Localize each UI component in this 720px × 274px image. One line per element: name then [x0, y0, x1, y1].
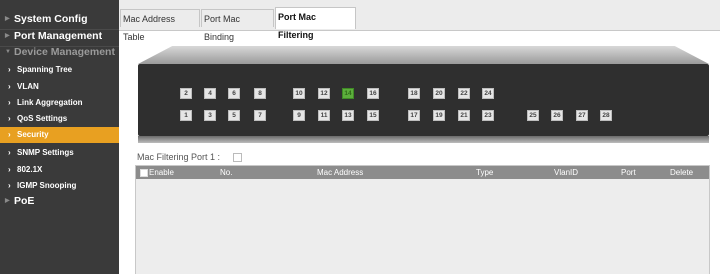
mac-filter-table: Enable No. Mac Address Type VlanID Port …: [135, 165, 710, 274]
chevron-right-icon: ›: [8, 165, 11, 174]
tab-bar: Mac Address Table Port Mac Binding Port …: [119, 0, 720, 42]
nav-label: Device Management: [14, 46, 115, 58]
port-5[interactable]: 5: [228, 110, 240, 121]
port-19[interactable]: 19: [433, 110, 445, 121]
nav-label: Security: [17, 130, 49, 139]
nav-label: System Config: [14, 13, 88, 25]
col-delete: Delete: [670, 168, 694, 177]
tab-port-mac-filtering[interactable]: Port Mac Filtering: [275, 7, 356, 40]
nav-label: 802.1X: [17, 165, 43, 174]
port-8[interactable]: 8: [254, 88, 266, 99]
chevron-right-icon: ›: [8, 65, 11, 74]
port-9[interactable]: 9: [293, 110, 305, 121]
nav-label: Link Aggregation: [17, 98, 83, 107]
filter-port-label: Mac Filtering Port 1 :: [137, 152, 221, 162]
port-13[interactable]: 13: [342, 110, 354, 121]
chevron-down-icon: ▼: [5, 49, 11, 55]
port-20[interactable]: 20: [433, 88, 445, 99]
select-all-checkbox[interactable]: [140, 169, 148, 177]
port-25[interactable]: 25: [527, 110, 539, 121]
chevron-right-icon: ›: [8, 114, 11, 123]
nav-security[interactable]: › Security: [0, 127, 119, 143]
col-port: Port: [621, 168, 636, 177]
port-23[interactable]: 23: [482, 110, 494, 121]
chevron-right-icon: ▶: [5, 33, 10, 39]
nav-system-config[interactable]: ▶ System Config: [0, 11, 119, 28]
nav-vlan[interactable]: › VLAN: [0, 79, 119, 95]
tab-label: Mac Address Table: [123, 14, 176, 42]
tab-label: Port Mac Binding: [204, 14, 241, 42]
nav-8021x[interactable]: › 802.1X: [0, 162, 119, 178]
nav-poe[interactable]: ▶ PoE: [0, 193, 119, 210]
switch-panel: 2 4 6 8 10 12 14 16 18 20 22 24 1 3 5 7 9 11 13 15 17 19 21 23 2…: [138, 46, 709, 143]
nav-label: VLAN: [17, 82, 39, 91]
port-6[interactable]: 6: [228, 88, 240, 99]
port-24[interactable]: 24: [482, 88, 494, 99]
switch-bottom-bevel: [138, 136, 709, 143]
tab-port-mac-binding[interactable]: Port Mac Binding: [201, 9, 274, 42]
port-7[interactable]: 7: [254, 110, 266, 121]
port-12[interactable]: 12: [318, 88, 330, 99]
switch-front: [138, 64, 709, 136]
port-16[interactable]: 16: [367, 88, 379, 99]
port-11[interactable]: 11: [318, 110, 330, 121]
port-21[interactable]: 21: [458, 110, 470, 121]
nav-label: IGMP Snooping: [17, 181, 77, 190]
port-17[interactable]: 17: [408, 110, 420, 121]
nav-label: Spanning Tree: [17, 65, 73, 74]
port-10[interactable]: 10: [293, 88, 305, 99]
chevron-right-icon: ›: [8, 181, 11, 190]
col-mac-address: Mac Address: [317, 168, 364, 177]
port-22[interactable]: 22: [458, 88, 470, 99]
table-header: Enable No. Mac Address Type VlanID Port …: [136, 166, 709, 179]
nav-label: PoE: [14, 195, 35, 207]
port-15[interactable]: 15: [367, 110, 379, 121]
col-enable: Enable: [149, 168, 174, 177]
nav-qos-settings[interactable]: › QoS Settings: [0, 111, 119, 127]
nav-label: QoS Settings: [17, 114, 68, 123]
port-14[interactable]: 14: [342, 88, 354, 99]
chevron-right-icon: ›: [8, 130, 11, 139]
switch-top-bevel: [138, 46, 709, 64]
nav-label: Port Management: [14, 30, 103, 42]
port-27[interactable]: 27: [576, 110, 588, 121]
nav-link-aggregation[interactable]: › Link Aggregation: [0, 95, 119, 111]
nav-snmp-settings[interactable]: › SNMP Settings: [0, 145, 119, 161]
col-type: Type: [476, 168, 494, 177]
chevron-right-icon: ›: [8, 82, 11, 91]
tab-label: Port Mac Filtering: [278, 12, 317, 40]
nav-port-management[interactable]: ▶ Port Management: [0, 28, 119, 45]
chevron-right-icon: ›: [8, 148, 11, 157]
col-vlanid: VlanID: [554, 168, 579, 177]
chevron-right-icon: ▶: [5, 16, 10, 22]
chevron-right-icon: ▶: [5, 198, 10, 204]
nav-igmp-snooping[interactable]: › IGMP Snooping: [0, 178, 119, 194]
port-4[interactable]: 4: [204, 88, 216, 99]
chevron-right-icon: ›: [8, 98, 11, 107]
nav-device-management[interactable]: ▼ Device Management: [0, 44, 119, 61]
port-1[interactable]: 1: [180, 110, 192, 121]
filter-checkbox[interactable]: [233, 153, 242, 162]
col-no: No.: [220, 168, 233, 177]
port-26[interactable]: 26: [551, 110, 563, 121]
port-3[interactable]: 3: [204, 110, 216, 121]
nav-label: SNMP Settings: [17, 148, 74, 157]
sidebar: ▶ System Config ▶ Port Management ▼ Devi…: [0, 0, 119, 274]
port-28[interactable]: 28: [600, 110, 612, 121]
nav-spanning-tree[interactable]: › Spanning Tree: [0, 62, 119, 78]
tab-mac-address-table[interactable]: Mac Address Table: [120, 9, 200, 42]
port-2[interactable]: 2: [180, 88, 192, 99]
port-18[interactable]: 18: [408, 88, 420, 99]
